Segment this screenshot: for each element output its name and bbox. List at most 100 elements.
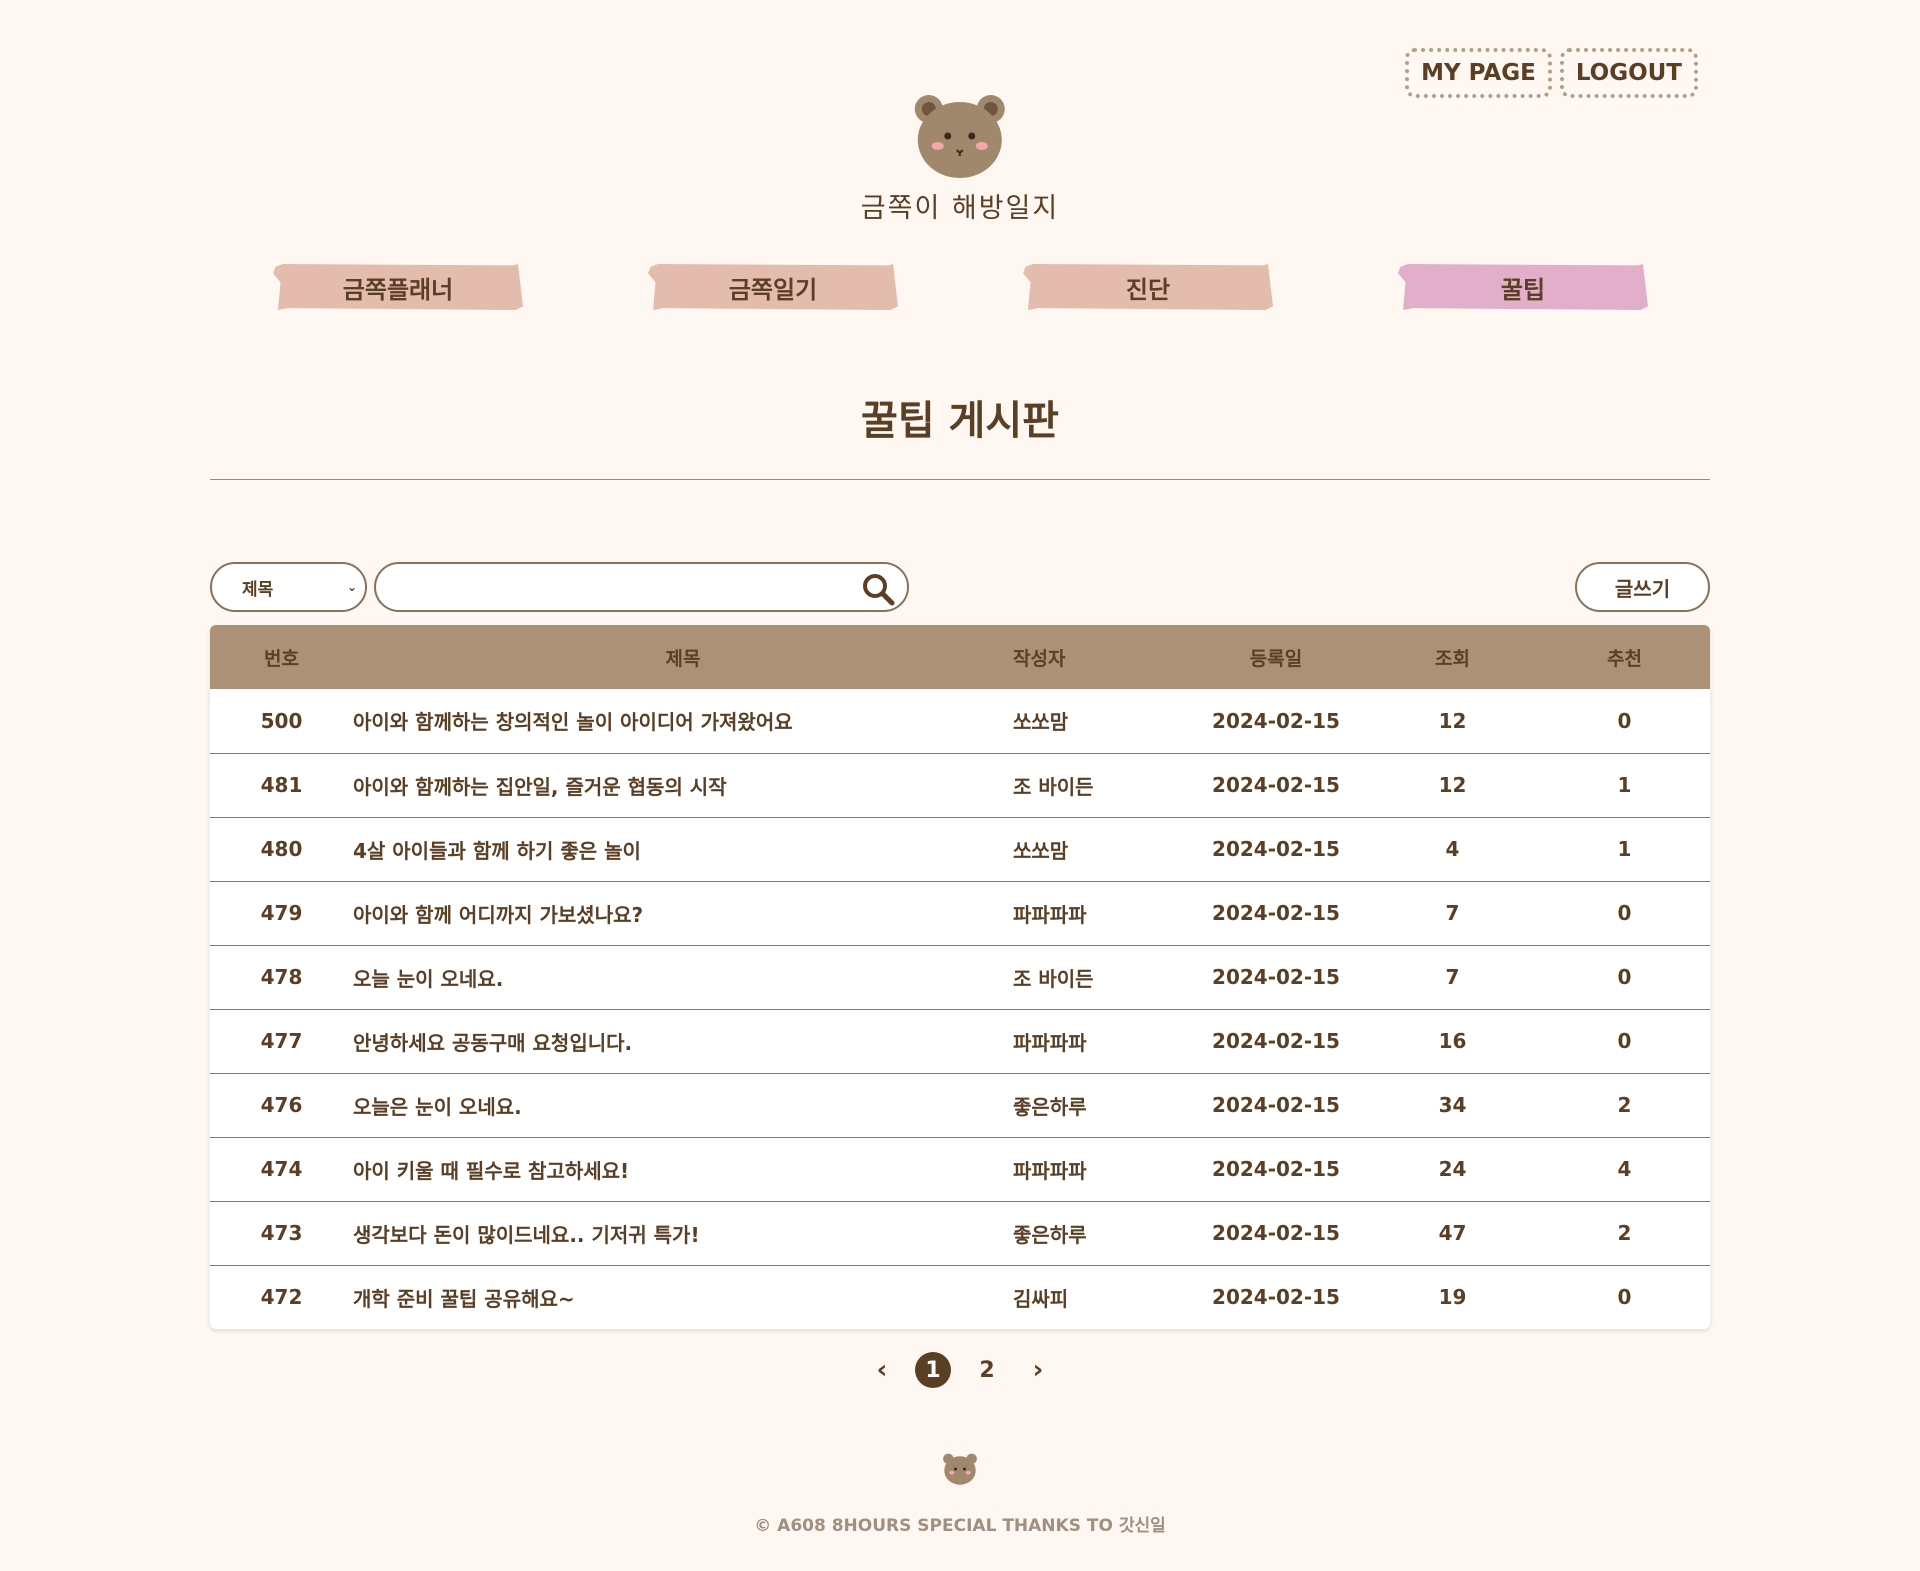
row-author: 조 바이든 xyxy=(1013,774,1094,799)
row-title[interactable]: 아이와 함께 어디까지 가보셨나요? xyxy=(353,881,1013,945)
row-title[interactable]: 생각보다 돈이 많이드네요.. 기저귀 특가! xyxy=(353,1201,1013,1265)
table-row[interactable]: 500 아이와 함께하는 창의적인 놀이 아이디어 가져왔어요 쏘쏘맘 2024-02… xyxy=(210,689,1710,753)
row-date: 2024-02-15 xyxy=(1212,1285,1340,1310)
pagination: ‹ 1 2 › xyxy=(0,1352,1920,1388)
search-type-select[interactable]: 제목 ⌄ xyxy=(210,562,367,612)
table-row[interactable]: 474 아이 키울 때 필수로 참고하세요! 파파파파 2024-02-15 24 4 xyxy=(210,1137,1710,1201)
header-date: 등록일 xyxy=(1249,647,1303,670)
row-author: 좋은하루 xyxy=(1013,1094,1087,1119)
search-icon[interactable] xyxy=(861,572,895,610)
row-recommend: 1 xyxy=(1617,773,1632,797)
board-table: 번호 제목 작성자 등록일 조회 추천 500 아이와 함께하는 창의적인 놀이 … xyxy=(210,625,1710,1329)
table-row[interactable]: 481 아이와 함께하는 집안일, 즐거운 협동의 시작 조 바이든 2024-02-… xyxy=(210,753,1710,817)
row-num: 481 xyxy=(260,773,303,797)
row-title[interactable]: 개학 준비 꿀팁 공유해요~ xyxy=(353,1265,1013,1329)
table-row[interactable]: 478 오늘 눈이 오네요. 조 바이든 2024-02-15 7 0 xyxy=(210,945,1710,1009)
row-recommend: 2 xyxy=(1617,1221,1632,1245)
row-views: 24 xyxy=(1438,1157,1467,1181)
row-num: 478 xyxy=(260,965,303,989)
row-date: 2024-02-15 xyxy=(1212,1157,1340,1181)
footer-text: © A608 8HOURS SPECIAL THANKS TO 갓신일 xyxy=(754,1516,1166,1536)
chevron-right-icon[interactable]: › xyxy=(1023,1355,1053,1385)
chevron-left-icon[interactable]: ‹ xyxy=(867,1355,897,1385)
row-recommend: 2 xyxy=(1617,1093,1632,1117)
row-author: 파파파파 xyxy=(1013,1030,1087,1055)
row-recommend: 0 xyxy=(1617,1285,1632,1310)
page-1[interactable]: 1 xyxy=(915,1352,951,1388)
row-date: 2024-02-15 xyxy=(1212,1093,1340,1117)
row-num: 479 xyxy=(260,901,303,925)
row-num: 500 xyxy=(260,708,303,733)
top-links: MY PAGE LOGOUT xyxy=(1405,48,1698,98)
board-table-container: 번호 제목 작성자 등록일 조회 추천 500 아이와 함께하는 창의적인 놀이 … xyxy=(210,625,1710,1329)
header-author: 작성자 xyxy=(1013,647,1066,670)
row-author: 파파파파 xyxy=(1013,902,1087,927)
nav-item-diagnosis[interactable]: 진단 xyxy=(1023,264,1273,310)
row-date: 2024-02-15 xyxy=(1212,773,1340,797)
header-title: 제목 xyxy=(665,647,701,670)
nav-item-tips[interactable]: 꿀팁 xyxy=(1398,264,1648,310)
row-date: 2024-02-15 xyxy=(1212,901,1340,925)
row-views: 4 xyxy=(1445,837,1460,861)
row-num: 472 xyxy=(260,1285,303,1310)
row-views: 16 xyxy=(1438,1029,1467,1053)
row-num: 477 xyxy=(260,1029,303,1053)
write-button[interactable]: 글쓰기 xyxy=(1575,562,1710,612)
row-num: 473 xyxy=(260,1221,303,1245)
row-author: 쏘쏘맘 xyxy=(1013,838,1069,863)
table-body: 500 아이와 함께하는 창의적인 놀이 아이디어 가져왔어요 쏘쏘맘 2024-02… xyxy=(210,689,1710,1329)
row-date: 2024-02-15 xyxy=(1212,1221,1340,1245)
row-title[interactable]: 오늘은 눈이 오네요. xyxy=(353,1073,1013,1137)
row-title[interactable]: 오늘 눈이 오네요. xyxy=(353,945,1013,1009)
row-title[interactable]: 아이 키울 때 필수로 참고하세요! xyxy=(353,1137,1013,1201)
row-views: 12 xyxy=(1438,708,1467,733)
row-author: 조 바이든 xyxy=(1013,966,1094,991)
row-title[interactable]: 4살 아이들과 함께 하기 좋은 놀이 xyxy=(353,817,1013,881)
row-recommend: 0 xyxy=(1617,708,1632,733)
table-row[interactable]: 479 아이와 함께 어디까지 가보셨나요? 파파파파 2024-02-15 7 0 xyxy=(210,881,1710,945)
row-title[interactable]: 아이와 함께하는 창의적인 놀이 아이디어 가져왔어요 xyxy=(353,689,1013,753)
bear-logo-icon xyxy=(915,95,1005,178)
table-row[interactable]: 477 안녕하세요 공동구매 요청입니다. 파파파파 2024-02-15 16 0 xyxy=(210,1009,1710,1073)
row-title[interactable]: 안녕하세요 공동구매 요청입니다. xyxy=(353,1009,1013,1073)
search-type-value: 제목 xyxy=(242,579,274,600)
header-views: 조회 xyxy=(1435,647,1470,670)
row-date: 2024-02-15 xyxy=(1212,1029,1340,1053)
table-header-row: 번호 제목 작성자 등록일 조회 추천 xyxy=(210,625,1710,689)
row-num: 480 xyxy=(260,837,303,861)
row-recommend: 0 xyxy=(1617,901,1632,925)
logo[interactable]: 금쪽이 해방일지 xyxy=(861,92,1059,225)
nav-item-diary[interactable]: 금쪽일기 xyxy=(648,264,898,310)
table-row[interactable]: 472 개학 준비 꿀팁 공유해요~ 김싸피 2024-02-15 19 0 xyxy=(210,1265,1710,1329)
row-num: 474 xyxy=(260,1157,303,1181)
row-author: 김싸피 xyxy=(1013,1286,1069,1311)
row-views: 12 xyxy=(1438,773,1467,797)
row-views: 19 xyxy=(1438,1285,1467,1310)
row-author: 쏘쏘맘 xyxy=(1013,710,1069,735)
row-recommend: 4 xyxy=(1617,1157,1632,1181)
table-row[interactable]: 476 오늘은 눈이 오네요. 좋은하루 2024-02-15 34 2 xyxy=(210,1073,1710,1137)
row-date: 2024-02-15 xyxy=(1212,837,1340,861)
nav-item-planner[interactable]: 금쪽플래너 xyxy=(273,264,523,310)
table-row[interactable]: 480 4살 아이들과 함께 하기 좋은 놀이 쏘쏘맘 2024-02-15 4 1 xyxy=(210,817,1710,881)
table-row[interactable]: 473 생각보다 돈이 많이드네요.. 기저귀 특가! 좋은하루 2024-02-15… xyxy=(210,1201,1710,1265)
search-input[interactable] xyxy=(376,564,846,610)
row-recommend: 0 xyxy=(1617,1029,1632,1053)
row-title[interactable]: 아이와 함께하는 집안일, 즐거운 협동의 시작 xyxy=(353,753,1013,817)
header-num: 번호 xyxy=(264,647,299,670)
row-author: 좋은하루 xyxy=(1013,1222,1087,1247)
title-divider xyxy=(210,479,1710,480)
chevron-down-icon: ⌄ xyxy=(346,580,357,594)
row-views: 7 xyxy=(1445,965,1460,989)
row-views: 47 xyxy=(1438,1221,1467,1245)
row-num: 476 xyxy=(260,1093,303,1117)
row-recommend: 0 xyxy=(1617,965,1632,989)
mypage-button[interactable]: MY PAGE xyxy=(1405,48,1552,98)
page-2[interactable]: 2 xyxy=(969,1352,1005,1388)
row-author: 파파파파 xyxy=(1013,1158,1087,1183)
logo-text: 금쪽이 해방일지 xyxy=(860,193,1060,224)
logout-button[interactable]: LOGOUT xyxy=(1559,48,1698,98)
page-title: 꿀팁 게시판 xyxy=(861,398,1059,444)
row-views: 7 xyxy=(1445,901,1460,925)
header-recommend: 추천 xyxy=(1607,647,1642,670)
